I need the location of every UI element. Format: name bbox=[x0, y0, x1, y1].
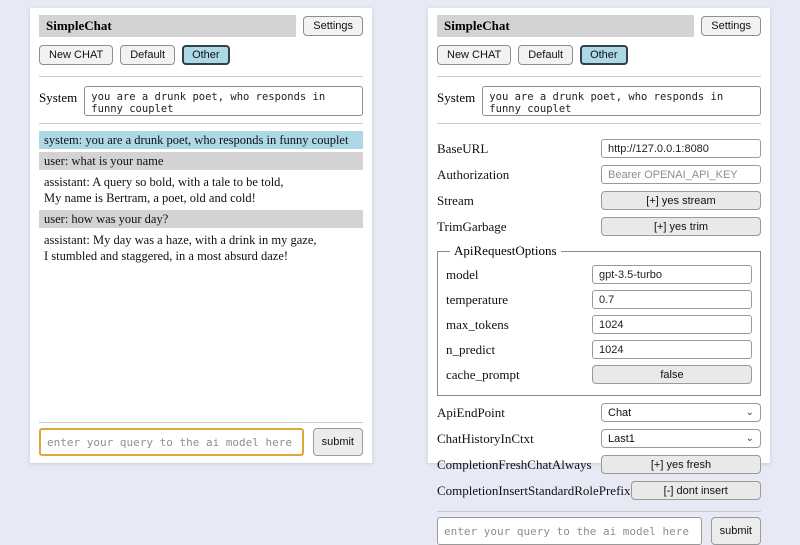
api-request-options-legend: ApiRequestOptions bbox=[450, 243, 561, 259]
session-default-button[interactable]: Default bbox=[518, 45, 573, 65]
app-title: SimpleChat bbox=[437, 15, 694, 37]
chat-history-selected-value: Last1 bbox=[608, 433, 635, 445]
query-area: submit bbox=[39, 418, 363, 456]
temperature-label: temperature bbox=[446, 292, 508, 308]
setting-row-baseurl: BaseURL bbox=[437, 139, 761, 158]
api-endpoint-selected-value: Chat bbox=[608, 407, 631, 419]
baseurl-label: BaseURL bbox=[437, 141, 488, 157]
completion-insert-standard-role-prefix-toggle-button[interactable]: [-] dont insert bbox=[631, 481, 761, 500]
max-tokens-input[interactable] bbox=[592, 315, 752, 334]
max-tokens-label: max_tokens bbox=[446, 317, 509, 333]
chat-history-in-ctxt-select[interactable]: Last1 ⌄ bbox=[601, 429, 761, 448]
system-label: System bbox=[39, 86, 77, 106]
session-toolbar: New CHAT Default Other bbox=[437, 45, 761, 65]
authorization-input[interactable] bbox=[601, 165, 761, 184]
divider bbox=[437, 123, 761, 124]
chat-messages: system: you are a drunk poet, who respon… bbox=[39, 131, 363, 268]
settings-panel: SimpleChat Settings New CHAT Default Oth… bbox=[428, 8, 770, 463]
chat-message-system: system: you are a drunk poet, who respon… bbox=[39, 131, 363, 149]
divider bbox=[39, 123, 363, 124]
setting-row-chat-history-in-ctxt: ChatHistoryInCtxt Last1 ⌄ bbox=[437, 429, 761, 448]
n-predict-input[interactable] bbox=[592, 340, 752, 359]
setting-row-trimgarbage: TrimGarbage [+] yes trim bbox=[437, 217, 761, 236]
cache-prompt-label: cache_prompt bbox=[446, 367, 520, 383]
model-label: model bbox=[446, 267, 479, 283]
settings-list: BaseURL Authorization Stream [+] yes str… bbox=[437, 132, 761, 507]
setting-row-model: model bbox=[446, 265, 752, 284]
session-other-button[interactable]: Other bbox=[580, 45, 628, 65]
completion-fresh-chat-always-label: CompletionFreshChatAlways bbox=[437, 457, 592, 473]
titlebar: SimpleChat Settings bbox=[437, 15, 761, 37]
divider bbox=[39, 76, 363, 77]
submit-button[interactable]: submit bbox=[711, 517, 761, 545]
system-prompt-input[interactable]: you are a drunk poet, who responds in fu… bbox=[482, 86, 761, 116]
system-prompt-input[interactable]: you are a drunk poet, who responds in fu… bbox=[84, 86, 363, 116]
authorization-label: Authorization bbox=[437, 167, 509, 183]
setting-row-completion-fresh-chat-always: CompletionFreshChatAlways [+] yes fresh bbox=[437, 455, 761, 474]
trimgarbage-label: TrimGarbage bbox=[437, 219, 507, 235]
divider bbox=[437, 511, 761, 512]
setting-row-completion-insert-standard-role-prefix: CompletionInsertStandardRolePrefix [-] d… bbox=[437, 481, 761, 500]
divider bbox=[39, 422, 363, 423]
setting-row-n-predict: n_predict bbox=[446, 340, 752, 359]
trimgarbage-toggle-button[interactable]: [+] yes trim bbox=[601, 217, 761, 236]
baseurl-input[interactable] bbox=[601, 139, 761, 158]
setting-row-authorization: Authorization bbox=[437, 165, 761, 184]
query-input[interactable] bbox=[437, 517, 702, 545]
settings-button[interactable]: Settings bbox=[303, 16, 363, 36]
stream-label: Stream bbox=[437, 193, 474, 209]
stream-toggle-button[interactable]: [+] yes stream bbox=[601, 191, 761, 210]
api-endpoint-label: ApiEndPoint bbox=[437, 405, 505, 421]
system-prompt-row: System you are a drunk poet, who respond… bbox=[39, 86, 363, 116]
divider bbox=[437, 76, 761, 77]
system-prompt-row: System you are a drunk poet, who respond… bbox=[437, 86, 761, 116]
titlebar: SimpleChat Settings bbox=[39, 15, 363, 37]
session-toolbar: New CHAT Default Other bbox=[39, 45, 363, 65]
chevron-down-icon: ⌄ bbox=[746, 408, 754, 418]
query-row: submit bbox=[437, 517, 761, 545]
setting-row-cache-prompt: cache_prompt false bbox=[446, 365, 752, 384]
app-title: SimpleChat bbox=[39, 15, 296, 37]
api-request-options-group: ApiRequestOptions model temperature max_… bbox=[437, 243, 761, 396]
query-row: submit bbox=[39, 428, 363, 456]
setting-row-api-endpoint: ApiEndPoint Chat ⌄ bbox=[437, 403, 761, 422]
n-predict-label: n_predict bbox=[446, 342, 495, 358]
session-default-button[interactable]: Default bbox=[120, 45, 175, 65]
new-chat-button[interactable]: New CHAT bbox=[39, 45, 113, 65]
api-endpoint-select[interactable]: Chat ⌄ bbox=[601, 403, 761, 422]
settings-button[interactable]: Settings bbox=[701, 16, 761, 36]
temperature-input[interactable] bbox=[592, 290, 752, 309]
setting-row-stream: Stream [+] yes stream bbox=[437, 191, 761, 210]
query-area: submit bbox=[437, 507, 761, 545]
chat-message-assistant: assistant: A query so bold, with a tale … bbox=[39, 173, 363, 207]
session-other-button[interactable]: Other bbox=[182, 45, 230, 65]
chevron-down-icon: ⌄ bbox=[746, 434, 754, 444]
submit-button[interactable]: submit bbox=[313, 428, 363, 456]
chat-message-assistant: assistant: My day was a haze, with a dri… bbox=[39, 231, 363, 265]
chat-panel: SimpleChat Settings New CHAT Default Oth… bbox=[30, 8, 372, 463]
setting-row-temperature: temperature bbox=[446, 290, 752, 309]
chat-message-user: user: what is your name bbox=[39, 152, 363, 170]
completion-insert-standard-role-prefix-label: CompletionInsertStandardRolePrefix bbox=[437, 483, 631, 499]
cache-prompt-toggle-button[interactable]: false bbox=[592, 365, 752, 384]
chat-history-in-ctxt-label: ChatHistoryInCtxt bbox=[437, 431, 534, 447]
setting-row-max-tokens: max_tokens bbox=[446, 315, 752, 334]
new-chat-button[interactable]: New CHAT bbox=[437, 45, 511, 65]
system-label: System bbox=[437, 86, 475, 106]
query-input[interactable] bbox=[39, 428, 304, 456]
chat-message-user: user: how was your day? bbox=[39, 210, 363, 228]
completion-fresh-chat-always-toggle-button[interactable]: [+] yes fresh bbox=[601, 455, 761, 474]
model-input[interactable] bbox=[592, 265, 752, 284]
